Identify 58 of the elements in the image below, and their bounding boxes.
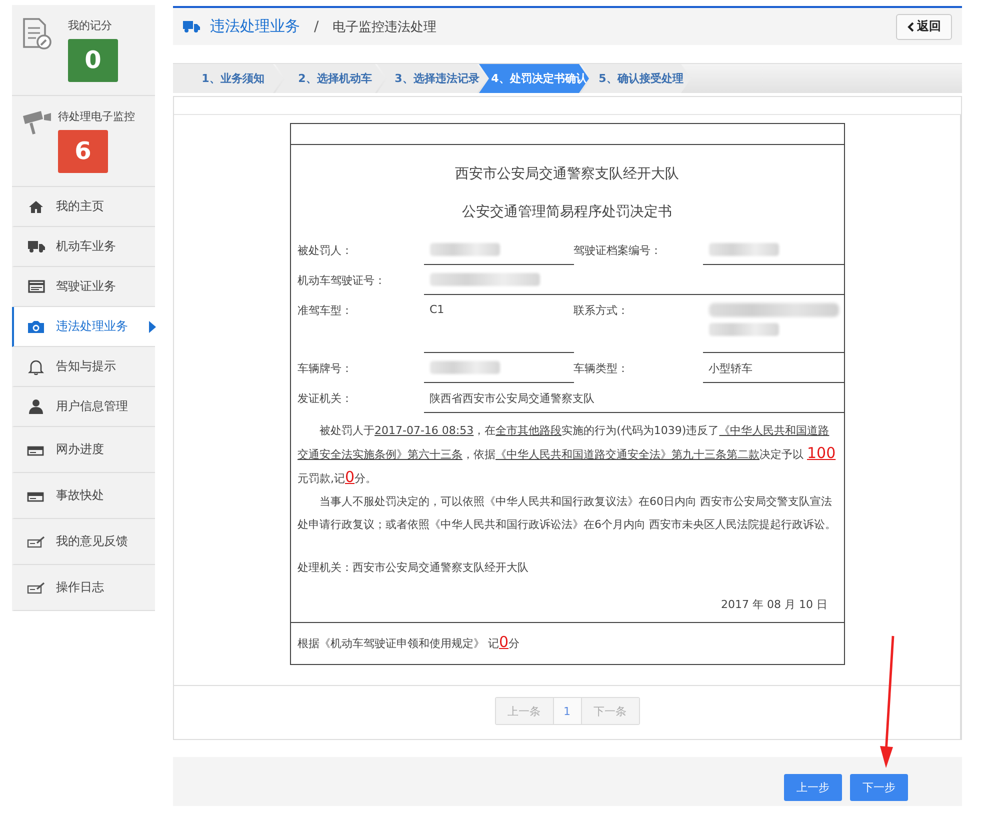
sidebar-item[interactable]: 事故快处 <box>12 473 155 519</box>
sidebar-item[interactable]: 网办进度 <box>12 427 155 473</box>
step-tab[interactable]: 4、处罚决定书确认 <box>479 64 589 93</box>
step-tab[interactable]: 1、业务须知 <box>173 64 283 93</box>
score-label: 我的记分 <box>68 18 113 33</box>
field-label: 机动车驾驶证号： <box>298 273 386 289</box>
blurred-value <box>430 361 500 374</box>
score-label: 待处理电子监控 <box>58 109 135 124</box>
page-number-button[interactable]: 1 <box>552 698 582 724</box>
card-pen-icon <box>27 582 45 594</box>
card-icon <box>27 490 45 502</box>
sidebar-item[interactable]: 用户信息管理 <box>12 387 155 427</box>
field-label: 准驾车型： <box>298 303 354 319</box>
camera-icon <box>27 320 45 334</box>
processing-agency: 处理机关：西安市公安局交通警察支队经开大队 <box>296 560 530 575</box>
field-label: 被处罚人： <box>298 243 354 259</box>
field-label: 发证机关： <box>298 391 354 407</box>
document-title: 公安交通管理简易程序处罚决定书 <box>461 203 673 221</box>
truck-icon <box>183 20 200 33</box>
home-icon <box>28 200 44 214</box>
decision-paragraph: 当事人不服处罚决定的，可以依照《中华人民共和国行政复议法》在60日内向 西安市公安局交警支队宣法处申请行政复议；或者依照《中华人民共和国行政诉讼法》在6个月内向 西安市未央区人民法院提起行政诉讼。 <box>296 494 837 533</box>
field-value: C1 <box>430 303 444 316</box>
previous-step-button[interactable]: 上一步 <box>784 774 842 801</box>
card-icon <box>28 280 44 293</box>
caret-icon <box>149 321 156 333</box>
sidebar-item[interactable]: 我的主页 <box>12 187 155 227</box>
document-date: 2017 年 08 月 10 日 <box>720 597 828 612</box>
field-value: 陕西省西安市公安局交通警察支队 <box>430 392 594 405</box>
breadcrumb-current: 电子监控违法处理 <box>332 18 437 36</box>
sidebar-item[interactable]: 操作日志 <box>12 565 155 611</box>
field-value: 小型轿车 <box>708 362 752 375</box>
next-step-button[interactable]: 下一步 <box>850 774 908 801</box>
sidebar-item[interactable]: 违法处理业务 <box>12 307 155 347</box>
blurred-value <box>708 243 778 256</box>
field-label: 车辆类型： <box>574 361 630 377</box>
user-icon <box>29 399 43 414</box>
bell-icon <box>28 358 44 374</box>
decision-paragraph: 被处罚人于2017-07-16 08:53，在全市其他路段实施的行为(代码为1039)违反了《中华人民共和国道路交通安全法实施条例》第六十三条，依据《中华人民共和国道路交通安全法》第九十三条第二款决定予以 100 元罚款,记0分。 <box>296 423 837 488</box>
card-pen-icon <box>27 536 45 548</box>
blurred-value <box>430 243 500 256</box>
points-note: 根据《机动车驾驶证申领和使用规定》 记0分 <box>290 622 844 664</box>
field-label: 驾驶证档案编号： <box>574 243 662 259</box>
breadcrumb-separator: / <box>314 18 319 34</box>
step-tab[interactable]: 3、选择违法记录 <box>377 64 487 93</box>
sidebar-item[interactable]: 告知与提示 <box>12 347 155 387</box>
sidebar-item[interactable]: 机动车业务 <box>12 227 155 267</box>
breadcrumb-link[interactable]: 违法处理业务 <box>210 17 300 36</box>
blurred-value <box>708 323 778 336</box>
truck-icon <box>28 240 44 253</box>
field-label: 联系方式： <box>574 303 630 319</box>
sidebar-item[interactable]: 我的意见反馈 <box>12 519 155 565</box>
count-badge: 0 <box>68 39 118 82</box>
card-icon <box>27 444 45 456</box>
chevron-left-icon <box>907 22 914 32</box>
count-badge: 6 <box>58 130 108 173</box>
field-label: 车辆牌号： <box>298 361 354 377</box>
back-button[interactable]: 返回 <box>896 14 952 40</box>
document-authority: 西安市公安局交通警察支队经开大队 <box>454 165 680 183</box>
